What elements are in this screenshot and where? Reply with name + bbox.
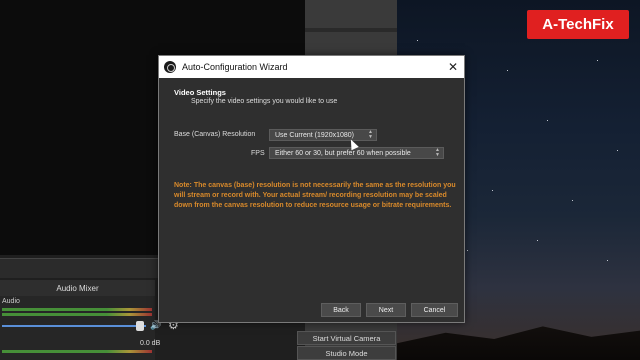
close-icon[interactable]: ✕ bbox=[442, 56, 464, 78]
volume-slider-track[interactable] bbox=[2, 325, 146, 327]
start-virtual-camera-button[interactable]: Start Virtual Camera bbox=[297, 331, 396, 345]
section-title: Video Settings bbox=[174, 88, 226, 97]
fps-label: FPS bbox=[251, 150, 265, 157]
db-readout: 0.0 dB bbox=[140, 340, 161, 347]
resolution-note: Note: The canvas (base) resolution is no… bbox=[174, 182, 456, 209]
dialog-title: Auto-Configuration Wizard bbox=[182, 62, 288, 72]
audio-mixer-title: Audio Mixer bbox=[0, 280, 155, 296]
resolution-label: Base (Canvas) Resolution bbox=[174, 131, 256, 138]
spin-arrows-icon: ▲ ▼ bbox=[435, 147, 440, 158]
next-button[interactable]: Next bbox=[366, 303, 406, 317]
brand-logo: A-TechFix bbox=[527, 10, 629, 39]
section-subtitle: Specify the video settings you would lik… bbox=[191, 98, 338, 105]
audio-meter bbox=[2, 350, 152, 353]
spin-arrows-icon: ▲ ▼ bbox=[368, 129, 373, 140]
resolution-select[interactable]: Use Current (1920x1080) ▲ ▼ bbox=[269, 129, 377, 141]
back-button[interactable]: Back bbox=[321, 303, 361, 317]
audio-meter bbox=[2, 308, 152, 311]
fps-select[interactable]: Either 60 or 30, but prefer 60 when poss… bbox=[269, 147, 444, 159]
cancel-button[interactable]: Cancel bbox=[411, 303, 458, 317]
auto-config-dialog: Auto-Configuration Wizard ✕ Video Settin… bbox=[158, 55, 465, 323]
studio-mode-button[interactable]: Studio Mode bbox=[297, 346, 396, 360]
audio-source-label: Audio bbox=[2, 298, 20, 305]
fps-value: Either 60 or 30, but prefer 60 when poss… bbox=[275, 149, 411, 157]
volume-slider-handle[interactable] bbox=[136, 321, 144, 331]
dialog-titlebar[interactable]: Auto-Configuration Wizard ✕ bbox=[159, 56, 464, 78]
audio-meter bbox=[2, 313, 152, 316]
resolution-value: Use Current (1920x1080) bbox=[275, 131, 354, 139]
obs-app-icon bbox=[164, 61, 176, 73]
